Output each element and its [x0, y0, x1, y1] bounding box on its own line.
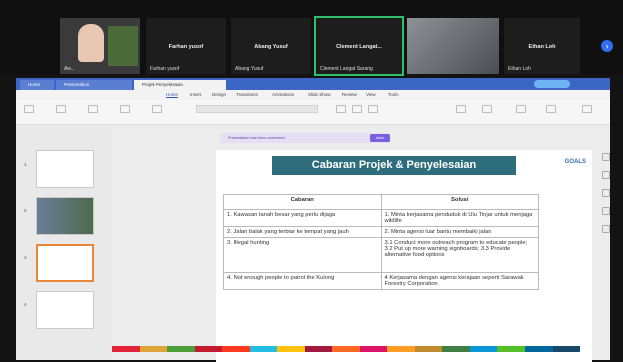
cabaran-cell: 2. Jalan balak yang terbiar ke tempat ya…	[223, 226, 382, 238]
menu-view[interactable]: View	[366, 92, 376, 97]
comment-icon[interactable]	[602, 225, 610, 233]
slide-title: Cabaran Projek & Penyelesaian	[272, 156, 516, 175]
menu-bar: Home Insert Design Transitions Animation…	[16, 90, 610, 100]
layout-icon[interactable]	[120, 105, 130, 113]
settings-icon[interactable]	[582, 105, 592, 113]
table-row: 3. Illegal hunting 3.1 Conduct more outr…	[223, 237, 539, 273]
slide-thumbnail-2[interactable]	[36, 197, 94, 235]
menu-insert[interactable]: Insert	[190, 92, 201, 97]
thumbnail-number: 4	[24, 302, 27, 307]
thumbnail-number: 1	[24, 162, 27, 167]
thumbnail-number: 2	[24, 208, 27, 213]
tab-bar: Home Presentation Projek Penyelesaian	[16, 78, 610, 90]
replace-icon[interactable]	[546, 105, 556, 113]
header-cabaran: Cabaran	[223, 194, 382, 210]
participant-tile-1[interactable]: Aw...	[60, 18, 140, 74]
menu-review[interactable]: Review	[342, 92, 357, 97]
solusi-cell: 2. Minta agensi luar bantu membaiki jala…	[380, 226, 539, 238]
slide-thumbnail-1[interactable]	[36, 150, 94, 188]
paste-icon[interactable]	[56, 105, 66, 113]
sign-in-button[interactable]	[534, 80, 570, 88]
animation-icon[interactable]	[602, 171, 610, 179]
goals-logo: GOALS	[564, 159, 586, 165]
participant-strip: Aw... Farhan yusof Farhan yusof Abang Yu…	[0, 0, 623, 76]
bold-icon[interactable]	[336, 105, 346, 113]
table-row: 1. Kawasan tanah besar yang perlu dijaga…	[223, 209, 539, 227]
notice-button[interactable]: Undo	[370, 134, 390, 142]
participant-tile-3[interactable]: Abang Yusuf Abang Yusuf	[231, 18, 311, 74]
format-painter-icon[interactable]	[24, 105, 34, 113]
arrange-icon[interactable]	[482, 105, 492, 113]
cabaran-cell: 3. Illegal hunting	[223, 237, 382, 273]
tab-home[interactable]: Home	[20, 80, 54, 90]
menu-tools[interactable]: Tools	[388, 92, 399, 97]
properties-icon[interactable]	[602, 153, 610, 161]
tab-presentation[interactable]: Presentation	[56, 80, 132, 90]
shapes-icon[interactable]	[456, 105, 466, 113]
tab-projek[interactable]: Projek Penyelesaian	[134, 80, 226, 90]
background-image	[108, 26, 138, 66]
slide-canvas: Presentation has been connected Undo Cab…	[112, 125, 602, 362]
thumbnail-number: 3	[24, 255, 27, 260]
table-row: 2. Jalan balak yang terbiar ke tempat ya…	[223, 226, 539, 238]
menu-animations[interactable]: Animations	[272, 92, 294, 97]
participant-display-name: Abang Yusuf	[254, 44, 288, 50]
slide-thumbnail-4[interactable]	[36, 291, 94, 329]
participant-name: Aw...	[64, 66, 75, 72]
participant-display-name: Clement Langat...	[336, 44, 382, 50]
challenge-solution-table: Cabaran Solusi 1. Kawasan tanah besar ya…	[223, 194, 539, 290]
menu-slide-show[interactable]: Slide Show	[308, 92, 331, 97]
solusi-cell: 1. Minta kerjasama penduduk di Ulu Tinja…	[380, 209, 539, 227]
current-slide[interactable]: Cabaran Projek & Penyelesaian GOALS Caba…	[216, 150, 592, 362]
section-icon[interactable]	[152, 105, 162, 113]
ribbon-toolbar	[16, 100, 610, 125]
menu-transitions[interactable]: Transitions	[236, 92, 258, 97]
menu-home[interactable]: Home	[166, 92, 179, 98]
solusi-cell: 4 Kerjasama dengan agensi kerajaan seper…	[380, 272, 539, 290]
new-slide-icon[interactable]	[88, 105, 98, 113]
participant-name: Ethan Loh	[508, 66, 531, 72]
table-row: 4. Not enough people to patrol the Kulon…	[223, 272, 539, 290]
find-icon[interactable]	[516, 105, 526, 113]
underline-icon[interactable]	[368, 105, 378, 113]
italic-icon[interactable]	[352, 105, 362, 113]
participant-tile-4[interactable]: Clement Langat... Clement Langat Sarang	[314, 16, 404, 76]
slide-thumbnail-panel: 1 2 3 4	[16, 125, 112, 360]
participant-tile-2[interactable]: Farhan yusof Farhan yusof	[146, 18, 226, 74]
participant-tile-6[interactable]: Ethan Loh Ethan Loh	[504, 18, 580, 74]
slide-thumbnail-3[interactable]	[36, 244, 94, 282]
participant-name: Farhan yusof	[150, 66, 180, 72]
solusi-cell: 3.1 Conduct more outreach program to edu…	[380, 237, 539, 273]
next-participants-button[interactable]: ›	[601, 40, 613, 52]
layers-icon[interactable]	[602, 207, 610, 215]
header-solusi: Solusi	[380, 194, 539, 210]
cabaran-cell: 4. Not enough people to patrol the Kulon…	[223, 272, 382, 290]
participant-name: Clement Langat Sarang	[320, 66, 373, 72]
font-selector[interactable]	[196, 105, 318, 113]
participant-video	[78, 24, 104, 62]
participant-display-name: Farhan yusof	[168, 44, 204, 50]
participant-display-name: Ethan Loh	[528, 44, 556, 50]
participant-video	[407, 18, 499, 74]
connection-notice: Presentation has been connected	[220, 133, 390, 143]
participant-tile-5[interactable]	[407, 18, 499, 74]
sdg-color-bar	[112, 346, 581, 352]
cabaran-cell: 1. Kawasan tanah besar yang perlu dijaga	[223, 209, 382, 227]
presentation-app-window: Home Presentation Projek Penyelesaian Ho…	[16, 78, 610, 362]
style-icon[interactable]	[602, 189, 610, 197]
menu-design[interactable]: Design	[212, 92, 226, 97]
participant-name: Abang Yusuf	[235, 66, 264, 72]
right-tool-panel	[602, 125, 610, 360]
